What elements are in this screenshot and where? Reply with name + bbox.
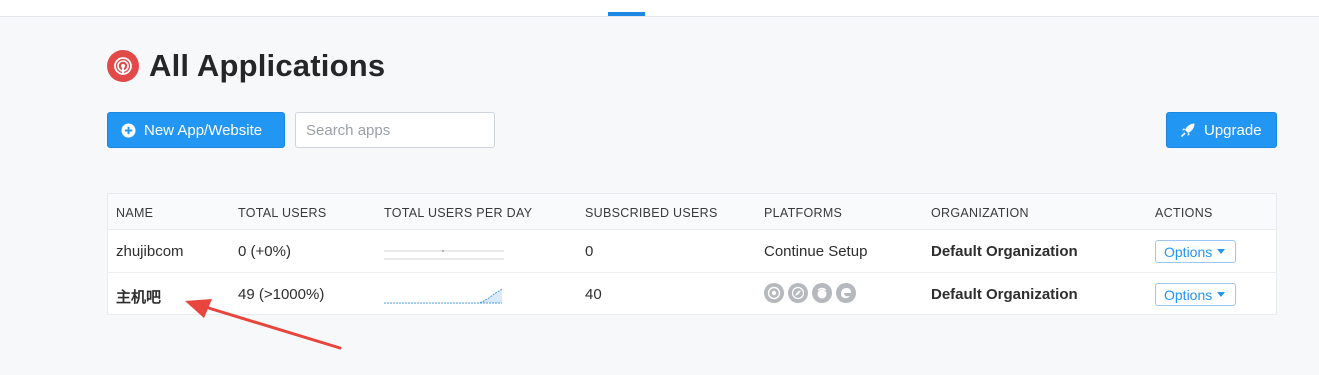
column-header-name: NAME [116,206,154,220]
upgrade-button-label: Upgrade [1204,121,1262,139]
upgrade-button[interactable]: Upgrade [1166,112,1277,148]
column-header-platforms: PLATFORMS [764,206,843,220]
platform-icons [764,283,860,303]
top-navigation-bar [0,0,1319,17]
page-title: All Applications [149,48,386,83]
safari-icon [788,283,808,303]
users-per-day-sparkline [384,288,503,304]
new-app-button-label: New App/Website [144,121,263,139]
rocket-icon [1181,123,1195,137]
subscribed-users: 0 [585,243,594,260]
options-label: Options [1164,286,1213,303]
annotation-arrow-icon [185,299,342,350]
search-input[interactable] [295,112,495,148]
app-logo-icon [107,50,139,82]
active-tab-indicator [608,12,645,16]
column-header-organization: ORGANIZATION [931,206,1029,220]
continue-setup-link[interactable]: Continue Setup [764,243,867,260]
caret-down-icon [1217,249,1226,254]
table-header: NAME TOTAL USERS TOTAL USERS PER DAY SUB… [108,194,1276,230]
options-dropdown[interactable]: Options [1155,240,1236,263]
column-header-total-users-per-day: TOTAL USERS PER DAY [384,206,533,220]
app-name[interactable]: zhujibcom [116,243,184,260]
new-app-button[interactable]: New App/Website [107,112,285,148]
total-users: 0 (+0%) [238,243,291,260]
column-header-subscribed-users: SUBSCRIBED USERS [585,206,718,220]
options-label: Options [1164,243,1213,260]
users-per-day-sparkline [384,250,504,260]
plus-circle-icon [121,122,136,138]
options-dropdown[interactable]: Options [1155,283,1236,306]
caret-down-icon [1217,292,1226,297]
organization-name: Default Organization [931,286,1078,303]
edge-icon [836,283,856,303]
firefox-icon [812,283,832,303]
subscribed-users: 40 [585,286,602,303]
app-name[interactable]: 主机吧 [116,286,161,307]
column-header-actions: ACTIONS [1155,206,1213,220]
chrome-icon [764,283,784,303]
page-header: All Applications [107,48,385,84]
table-row[interactable]: zhujibcom 0 (+0%) 0 Continue Setup Defau… [108,230,1276,273]
organization-name: Default Organization [931,243,1078,260]
column-header-total-users: TOTAL USERS [238,206,327,220]
